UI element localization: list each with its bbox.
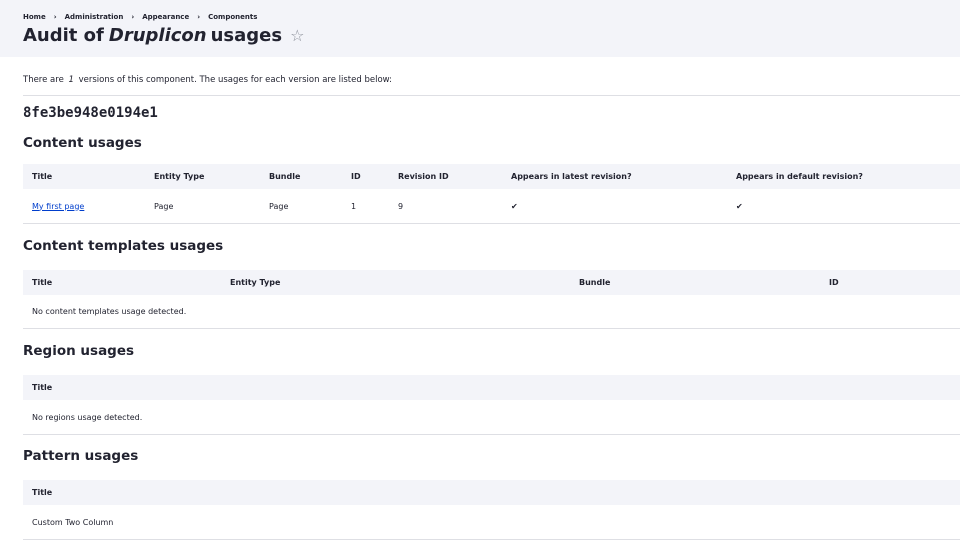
cell-revision-id: 9 bbox=[398, 201, 404, 211]
column-header-default-revision: Appears in default revision? bbox=[736, 172, 863, 181]
column-header-id: ID bbox=[351, 172, 361, 181]
check-icon: ✔ bbox=[511, 201, 518, 211]
cell-bundle: Page bbox=[269, 201, 289, 211]
column-header-title: Title bbox=[32, 172, 53, 181]
column-header-entity-type: Entity Type bbox=[154, 172, 205, 181]
page-title-suffix: usages bbox=[210, 24, 283, 46]
intro-before: There are bbox=[23, 75, 64, 85]
page-title: Audit of Druplicon usages ☆ bbox=[23, 22, 304, 48]
breadcrumb-appearance[interactable]: Appearance bbox=[142, 13, 189, 21]
column-header-id: ID bbox=[829, 278, 839, 287]
cell-title: My first page bbox=[32, 189, 84, 223]
version-count: 1 bbox=[68, 75, 74, 85]
column-header-entity-type: Entity Type bbox=[230, 278, 281, 287]
column-header-bundle: Bundle bbox=[579, 278, 611, 287]
breadcrumb-components[interactable]: Components bbox=[208, 13, 257, 21]
column-header-title: Title bbox=[32, 383, 53, 392]
intro-after: versions of this component. The usages f… bbox=[78, 75, 392, 85]
intro-text: There are 1 versions of this component. … bbox=[23, 75, 392, 85]
column-header-bundle: Bundle bbox=[269, 172, 301, 181]
divider bbox=[23, 95, 960, 96]
column-header-latest-revision: Appears in latest revision? bbox=[511, 172, 632, 181]
table-row: No regions usage detected. bbox=[23, 400, 960, 435]
content-templates-table-header: Title Entity Type Bundle ID bbox=[23, 270, 960, 295]
pattern-usages-heading: Pattern usages bbox=[23, 448, 139, 464]
content-usages-table-header: Title Entity Type Bundle ID Revision ID … bbox=[23, 164, 960, 189]
breadcrumb-home[interactable]: Home bbox=[23, 13, 46, 21]
check-icon: ✔ bbox=[736, 201, 743, 211]
page-header: Home › Administration › Appearance › Com… bbox=[0, 0, 960, 57]
column-header-title: Title bbox=[32, 278, 53, 287]
version-id: 8fe3be948e0194e1 bbox=[23, 105, 158, 121]
region-usages-heading: Region usages bbox=[23, 343, 135, 359]
content-title-link[interactable]: My first page bbox=[32, 202, 84, 211]
table-row: Custom Two Column bbox=[23, 505, 960, 540]
empty-message: No content templates usage detected. bbox=[32, 307, 187, 316]
empty-message: No regions usage detected. bbox=[32, 412, 143, 422]
page-title-component: Druplicon bbox=[108, 24, 207, 46]
pattern-title: Custom Two Column bbox=[32, 517, 114, 527]
breadcrumb-separator: › bbox=[53, 13, 57, 21]
region-usages-table-header: Title bbox=[23, 375, 960, 400]
column-header-revision-id: Revision ID bbox=[398, 172, 449, 181]
table-row: No content templates usage detected. bbox=[23, 295, 960, 329]
page-title-prefix: Audit of bbox=[23, 24, 104, 46]
table-row: My first page Page Page 1 9 ✔ ✔ bbox=[23, 189, 960, 224]
breadcrumb-separator: › bbox=[131, 13, 135, 21]
column-header-title: Title bbox=[32, 488, 53, 497]
breadcrumb-administration[interactable]: Administration bbox=[65, 13, 124, 21]
content-templates-usages-heading: Content templates usages bbox=[23, 238, 224, 254]
breadcrumb-separator: › bbox=[197, 13, 201, 21]
star-icon[interactable]: ☆ bbox=[290, 26, 304, 45]
cell-id: 1 bbox=[351, 201, 357, 211]
cell-entity-type: Page bbox=[154, 201, 174, 211]
pattern-usages-table-header: Title bbox=[23, 480, 960, 505]
content-usages-heading: Content usages bbox=[23, 135, 142, 151]
